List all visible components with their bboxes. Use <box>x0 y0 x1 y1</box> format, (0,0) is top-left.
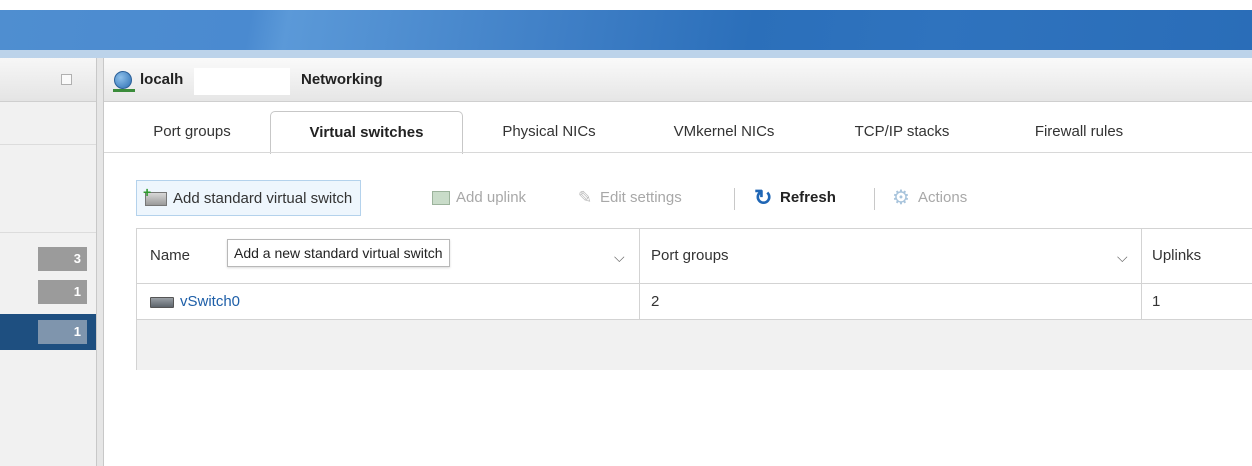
add-switch-icon: + <box>143 185 167 207</box>
toolbar-separator <box>734 188 735 210</box>
sidebar-divider <box>0 232 96 233</box>
pencil-icon: ✎ <box>577 188 593 208</box>
sidebar-item-networking[interactable]: 1 <box>0 314 96 350</box>
table-header: Name ⌵ Port groups ⌵ Uplinks Add a new s… <box>137 229 1252 284</box>
redaction-box <box>194 68 290 95</box>
uplinks-cell: 1 <box>1152 293 1161 310</box>
main-panel: localh Networking Port groups Virtual sw… <box>104 58 1252 466</box>
gear-icon: ⚙ <box>892 187 910 210</box>
add-uplink-label: Add uplink <box>456 189 527 207</box>
toolbar-separator <box>874 188 875 210</box>
chevron-down-icon[interactable]: ⌵ <box>614 229 625 283</box>
column-header-name[interactable]: Name <box>150 229 190 283</box>
tab-port-groups[interactable]: Port groups <box>136 111 248 153</box>
tooltip: Add a new standard virtual switch <box>227 239 450 267</box>
banner-divider <box>0 50 1252 58</box>
edit-settings-label: Edit settings <box>600 189 682 207</box>
virtual-switch-icon <box>150 296 174 308</box>
name-cell[interactable]: vSwitch0 <box>150 284 240 320</box>
page-title: Networking <box>301 71 383 88</box>
navigator-header <box>0 58 96 102</box>
refresh-button[interactable]: ↻ Refresh <box>754 180 836 216</box>
host-name: localh <box>140 71 184 88</box>
tab-bar: Port groups Virtual switches Physical NI… <box>104 111 1252 154</box>
uplink-icon <box>432 191 450 206</box>
add-switch-label: Add standard virtual switch <box>173 190 353 208</box>
column-header-port-groups[interactable]: Port groups <box>651 229 729 283</box>
edit-settings-button[interactable]: ✎ Edit settings <box>576 180 682 216</box>
column-divider <box>639 284 640 319</box>
column-divider[interactable] <box>639 229 640 283</box>
refresh-label: Refresh <box>780 189 836 207</box>
actions-label: Actions <box>918 189 968 207</box>
table-row[interactable]: vSwitch0 2 1 <box>137 284 1252 320</box>
sidebar-count-badge: 1 <box>38 320 87 344</box>
virtual-switches-table: Name ⌵ Port groups ⌵ Uplinks Add a new s… <box>136 228 1252 370</box>
refresh-icon: ↻ <box>754 185 773 211</box>
tab-virtual-switches[interactable]: Virtual switches <box>270 111 463 154</box>
tab-underline <box>104 152 1252 153</box>
network-globe-icon <box>114 71 132 89</box>
port-groups-cell: 2 <box>651 293 660 310</box>
chevron-down-icon[interactable]: ⌵ <box>1117 229 1128 283</box>
actions-button[interactable]: ⚙ Actions <box>892 180 967 216</box>
column-header-uplinks[interactable]: Uplinks <box>1152 229 1201 283</box>
column-divider[interactable] <box>1141 229 1142 283</box>
sidebar-divider <box>0 144 96 145</box>
sidebar-count-badge: 1 <box>38 280 87 304</box>
sidebar-count-badge: 3 <box>38 247 87 271</box>
column-divider <box>1141 284 1142 319</box>
navigator-sidebar: 3 1 1 <box>0 58 96 466</box>
tab-tcpip-stacks[interactable]: TCP/IP stacks <box>836 111 968 153</box>
app-banner <box>0 10 1252 50</box>
tab-vmkernel-nics[interactable]: VMkernel NICs <box>652 111 796 153</box>
tab-physical-nics[interactable]: Physical NICs <box>479 111 619 153</box>
toolbar: + Add standard virtual switch Add uplink … <box>136 180 1252 216</box>
title-bar: localh Networking <box>104 58 1252 102</box>
tab-firewall-rules[interactable]: Firewall rules <box>1009 111 1149 153</box>
collapse-icon[interactable] <box>61 74 72 85</box>
network-globe-icon-base <box>113 89 135 92</box>
add-standard-virtual-switch-button[interactable]: + Add standard virtual switch <box>136 180 362 216</box>
vswitch-link[interactable]: vSwitch0 <box>180 293 240 310</box>
table-footer <box>137 320 1252 370</box>
add-uplink-button[interactable]: Add uplink <box>432 180 526 216</box>
panel-splitter[interactable] <box>96 58 104 466</box>
top-margin <box>0 0 1252 10</box>
